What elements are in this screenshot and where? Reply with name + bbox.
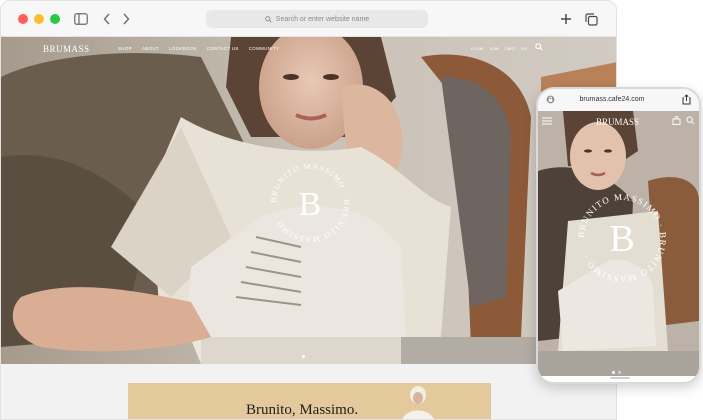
banner-title: Brunito, Massimo. — [246, 402, 359, 418]
sidebar-icon[interactable] — [73, 10, 89, 28]
slider-dot[interactable] — [618, 371, 621, 374]
menu-item-shop[interactable]: SHOP — [118, 46, 132, 51]
site-header: BRUMASS SHOP ABOUT LOOKBOOK CONTACT US C… — [1, 37, 616, 59]
maximize-window-button[interactable] — [50, 14, 60, 24]
menu-item-about[interactable]: ABOUT — [142, 46, 159, 51]
close-window-button[interactable] — [18, 14, 28, 24]
minimize-window-button[interactable] — [34, 14, 44, 24]
slider-dot-active[interactable] — [302, 355, 305, 358]
site-logo[interactable]: BRUMASS — [43, 44, 90, 54]
search-icon[interactable] — [686, 116, 695, 125]
slider-dot-active[interactable] — [612, 371, 615, 374]
search-icon[interactable] — [535, 43, 543, 51]
promo-banner[interactable]: Brunito, Massimo. — [128, 383, 491, 419]
cart-link[interactable]: CART — [505, 46, 516, 51]
home-indicator — [610, 377, 630, 379]
hero-section: BRUNITO MASSIMO · BRUNITO MASSIMO · B BR… — [1, 37, 616, 364]
slider-dot[interactable] — [309, 355, 312, 358]
new-tab-icon[interactable] — [559, 10, 573, 28]
main-menu: SHOP ABOUT LOOKBOOK CONTACT US COMMUNITY — [118, 46, 279, 51]
tabs-icon[interactable] — [584, 10, 598, 28]
mobile-emblem-letter: B — [609, 218, 634, 260]
my-link[interactable]: MY — [521, 46, 527, 51]
address-bar[interactable]: Search or enter website name — [206, 10, 428, 28]
utility-menu: LOGIN JOIN CART MY — [471, 46, 527, 51]
emblem-letter: B — [299, 186, 322, 223]
address-placeholder: Search or enter website name — [275, 15, 370, 23]
mobile-phone-frame: brumass.cafe24.com BRUMASS BRUNITO MASSI… — [536, 87, 701, 384]
mobile-hero: BRUMASS BRUNITO MASSIMO · BRUNITO MASSIM… — [538, 111, 699, 376]
banner-model-photo — [402, 386, 434, 419]
menu-item-contact-us[interactable]: CONTACT US — [207, 46, 239, 51]
forward-icon[interactable] — [120, 10, 132, 28]
back-icon[interactable] — [101, 10, 113, 28]
share-icon[interactable] — [682, 94, 691, 105]
login-link[interactable]: LOGIN — [471, 46, 483, 51]
join-link[interactable]: JOIN — [489, 46, 498, 51]
mobile-site-logo[interactable]: BRUMASS — [596, 117, 639, 127]
mobile-url-text: brumass.cafe24.com — [579, 96, 645, 103]
menu-item-community[interactable]: COMMUNITY — [249, 46, 279, 51]
brand-emblem: BRUNITO MASSIMO · BRUNITO MASSIMO · B — [269, 162, 350, 244]
desktop-browser-window: Search or enter website name BRUNITO MAS… — [0, 0, 617, 420]
hero-slider-dots — [302, 355, 312, 358]
cart-icon[interactable] — [672, 116, 681, 125]
mobile-address-bar[interactable]: brumass.cafe24.com — [538, 89, 699, 111]
menu-item-lookbook[interactable]: LOOKBOOK — [169, 46, 197, 51]
browser-toolbar: Search or enter website name — [1, 1, 616, 37]
search-icon — [265, 15, 272, 23]
mobile-slider-dots — [612, 371, 621, 374]
mobile-brand-emblem: BRUNITO MASSIMO · BRUNITO MASSIMO · B — [576, 192, 667, 284]
hamburger-menu-icon[interactable] — [542, 117, 552, 125]
